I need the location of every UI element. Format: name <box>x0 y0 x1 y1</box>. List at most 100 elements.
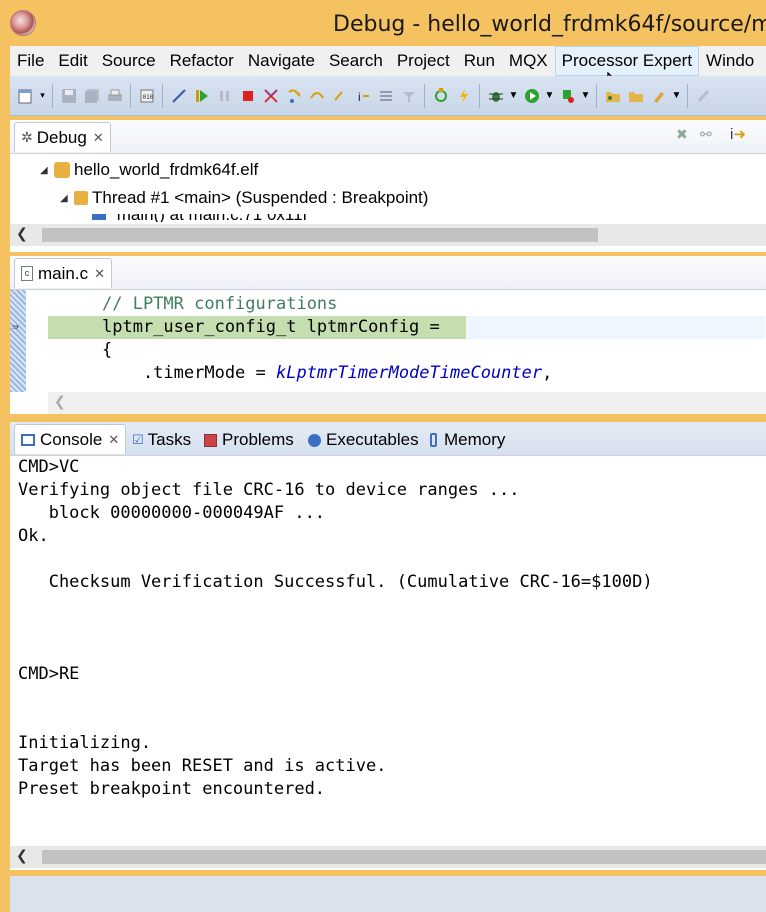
drop-to-frame-icon[interactable] <box>376 86 396 106</box>
misc-dropdown-icon[interactable]: ▼ <box>672 86 682 106</box>
main-toolbar: ▾ 010 i ▼ ▼ ▼ ▼ <box>10 76 766 116</box>
collapse-triangle-icon[interactable]: ◢ <box>40 165 54 176</box>
tab-problems[interactable]: Problems <box>204 430 294 450</box>
collapse-triangle-icon[interactable]: ◢ <box>60 193 74 204</box>
debug-dropdown-icon[interactable]: ▼ <box>509 86 519 106</box>
tree-label-frame: main() at main.c:71 0x11f <box>117 214 308 222</box>
elf-launch-icon <box>54 162 70 178</box>
code-line-3: { <box>102 340 113 360</box>
scroll-thumb[interactable] <box>42 850 766 864</box>
menu-search[interactable]: Search <box>322 46 390 76</box>
tree-row-thread[interactable]: ◢ Thread #1 <main> (Suspended : Breakpoi… <box>60 188 428 208</box>
use-step-filters-icon[interactable] <box>399 86 419 106</box>
console-tabbar: Console ✕ ☑ Tasks Problems Executables M… <box>10 422 766 456</box>
restart-icon[interactable] <box>431 86 451 106</box>
svg-text:i: i <box>358 90 361 104</box>
console-view: Console ✕ ☑ Tasks Problems Executables M… <box>10 422 766 870</box>
tab-main-c[interactable]: c main.c ✕ <box>14 258 112 288</box>
remove-terminated-icon[interactable]: ✖ <box>676 126 688 143</box>
menu-mqx[interactable]: MQX <box>502 46 555 76</box>
thread-icon <box>74 191 88 205</box>
instruction-step-icon[interactable]: 010 <box>137 86 157 106</box>
stack-frame-icon <box>92 214 106 220</box>
menu-navigate[interactable]: Navigate <box>241 46 322 76</box>
close-icon[interactable]: ✕ <box>108 432 119 448</box>
editor-tabbar: c main.c ✕ <box>10 256 766 290</box>
step-into-view-icon[interactable]: i➜ <box>730 125 746 143</box>
save-all-icon[interactable] <box>82 86 102 106</box>
tab-memory[interactable]: Memory <box>430 430 505 450</box>
scroll-left-icon[interactable]: ❮ <box>54 393 66 410</box>
menu-refactor[interactable]: Refactor <box>163 46 241 76</box>
executables-icon <box>308 433 321 447</box>
open-folder-icon[interactable] <box>603 86 623 106</box>
console-output[interactable]: CMD>VC Verifying object file CRC-16 to d… <box>18 456 653 801</box>
menu-file[interactable]: File <box>10 46 51 76</box>
step-return-icon[interactable] <box>330 86 350 106</box>
scroll-thumb[interactable] <box>42 228 598 242</box>
c-file-icon: c <box>21 266 33 281</box>
problems-icon <box>204 433 217 447</box>
step-over-icon[interactable] <box>307 86 327 106</box>
menu-window[interactable]: Windo <box>699 46 761 76</box>
menu-processor-expert[interactable]: Processor Expert <box>554 46 700 76</box>
pen-icon[interactable] <box>694 86 714 106</box>
external-tools-icon[interactable] <box>558 86 578 106</box>
flash-icon[interactable] <box>454 86 474 106</box>
close-icon[interactable]: ✕ <box>93 130 104 146</box>
menu-run[interactable]: Run <box>457 46 502 76</box>
debug-icon[interactable] <box>486 86 506 106</box>
app-icon[interactable] <box>10 10 36 36</box>
close-icon[interactable]: ✕ <box>94 266 105 282</box>
console-icon <box>21 433 35 446</box>
brush-icon[interactable] <box>649 86 669 106</box>
tab-debug-label: Debug <box>36 127 87 147</box>
tab-debug[interactable]: ✲ Debug ✕ <box>14 122 111 152</box>
debug-view-tabbar: ✲ Debug ✕ ✖ ⚯ i➜ <box>10 120 766 154</box>
memory-icon <box>430 433 437 447</box>
tab-executables[interactable]: Executables <box>308 430 419 450</box>
step-into-icon[interactable] <box>284 86 304 106</box>
step-into-selection-icon[interactable]: i <box>353 86 373 106</box>
open-project-icon[interactable] <box>626 86 646 106</box>
debug-hscrollbar[interactable]: ❮ <box>10 224 766 246</box>
editor-ruler <box>10 290 26 392</box>
bug-icon: ✲ <box>21 129 33 145</box>
connect-icon[interactable]: ⚯ <box>700 126 712 143</box>
skip-breakpoints-icon[interactable] <box>169 86 189 106</box>
tree-label-thread: Thread #1 <main> (Suspended : Breakpoint… <box>92 188 429 207</box>
save-icon[interactable] <box>59 86 79 106</box>
dropdown-icon[interactable]: ▾ <box>39 86 47 106</box>
svg-text:010: 010 <box>142 94 153 101</box>
code-line-2: lptmr_user_config_t lptmrConfig = <box>102 317 440 337</box>
tab-console-label: Console <box>40 429 103 449</box>
tab-console[interactable]: Console ✕ <box>14 424 127 454</box>
run-icon[interactable] <box>522 86 542 106</box>
menu-source[interactable]: Source <box>95 46 163 76</box>
tab-tasks[interactable]: ☑ Tasks <box>132 430 191 450</box>
disconnect-icon[interactable] <box>261 86 281 106</box>
new-icon[interactable] <box>16 86 36 106</box>
external-tools-dropdown-icon[interactable]: ▼ <box>581 86 591 106</box>
menu-edit[interactable]: Edit <box>51 46 94 76</box>
title-bar: Debug - hello_world_frdmk64f/source/mai <box>0 0 766 46</box>
editor-view: c main.c ✕ ⇛ // LPTMR configurations lpt… <box>10 256 766 414</box>
code-editor[interactable]: ⇛ // LPTMR configurations lptmr_user_con… <box>10 290 766 392</box>
tasks-icon: ☑ <box>132 432 144 447</box>
terminate-icon[interactable] <box>238 86 258 106</box>
editor-hscrollbar[interactable]: ❮ <box>48 392 766 414</box>
print-icon[interactable] <box>105 86 125 106</box>
resume-icon[interactable] <box>192 86 212 106</box>
scroll-left-icon[interactable]: ❮ <box>16 847 28 864</box>
suspend-icon[interactable] <box>215 86 235 106</box>
window-title: Debug - hello_world_frdmk64f/source/mai <box>333 12 766 37</box>
tree-row-frame-clipped: main() at main.c:71 0x11f <box>92 214 332 222</box>
console-hscrollbar[interactable]: ❮ <box>10 846 766 868</box>
debug-view: ✲ Debug ✕ ✖ ⚯ i➜ ◢ hello_world_frdmk64f.… <box>10 120 766 252</box>
tree-row-project[interactable]: ◢ hello_world_frdmk64f.elf <box>40 160 258 180</box>
menu-project[interactable]: Project <box>390 46 457 76</box>
tab-main-c-label: main.c <box>38 263 89 283</box>
scroll-left-icon[interactable]: ❮ <box>16 225 28 242</box>
run-dropdown-icon[interactable]: ▼ <box>545 86 555 106</box>
instruction-pointer-icon: ⇛ <box>12 320 19 333</box>
